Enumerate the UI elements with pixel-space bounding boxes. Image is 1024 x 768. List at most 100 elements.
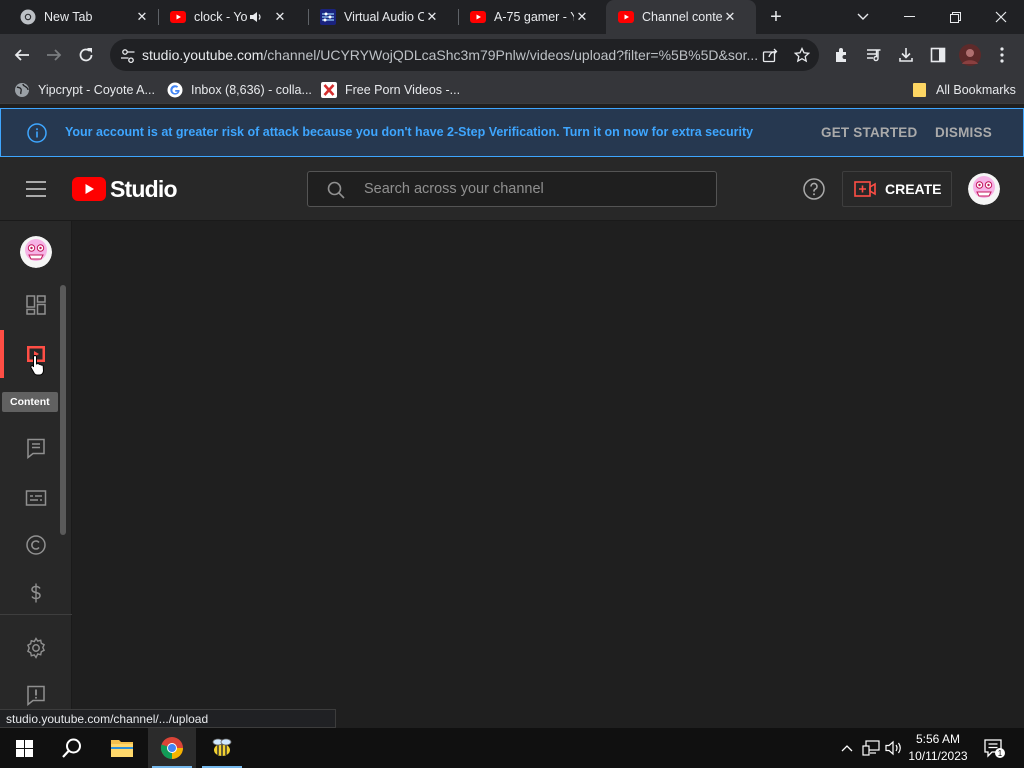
dollar-icon	[31, 583, 41, 603]
search-icon	[326, 180, 346, 200]
gear-icon	[26, 637, 46, 659]
new-tab-button[interactable]: +	[765, 6, 787, 28]
tab-title: New Tab	[44, 10, 93, 24]
show-hidden-icons-chevron-icon[interactable]	[836, 728, 858, 768]
tab-channel-content[interactable]: Channel content ✕	[606, 0, 756, 34]
bookmark-label: Inbox (8,636) - colla...	[191, 83, 312, 97]
security-banner: Your account is at greater risk of attac…	[0, 108, 1024, 157]
copyright-icon	[26, 535, 46, 555]
menu-icon[interactable]	[26, 181, 46, 197]
windows-taskbar: 5:56 AM 10/11/2023 1	[0, 728, 1024, 768]
create-label: CREATE	[885, 181, 942, 197]
sidebar-item-settings[interactable]	[0, 624, 72, 672]
channel-search[interactable]	[307, 171, 717, 207]
taskbar-clock[interactable]: 5:56 AM 10/11/2023	[904, 731, 972, 765]
bookmark-third[interactable]: Free Porn Videos -...	[321, 81, 460, 99]
studio-logo[interactable]: Studio	[72, 175, 178, 202]
account-avatar[interactable]	[968, 173, 1000, 205]
hand-cursor-icon	[30, 354, 45, 376]
network-icon[interactable]	[860, 728, 882, 768]
bookmark-label: Free Porn Videos -...	[345, 83, 461, 97]
all-bookmarks-label: All Bookmarks	[936, 83, 1016, 97]
x-icon	[321, 82, 337, 98]
volume-icon[interactable]	[883, 728, 905, 768]
chrome-icon	[160, 737, 183, 759]
tab-new-tab[interactable]: New Tab ✕	[8, 0, 158, 34]
sidebar-divider	[0, 614, 72, 615]
side-panel-icon[interactable]	[927, 44, 949, 66]
logo-text: Studio	[110, 175, 178, 202]
speaker-icon[interactable]	[248, 9, 264, 25]
bee-app-icon	[212, 738, 232, 756]
dashboard-icon	[26, 295, 46, 315]
minimize-button[interactable]	[886, 0, 932, 34]
tab-title: A-75 gamer - YouTube	[494, 10, 574, 24]
create-button[interactable]: CREATE	[842, 171, 952, 207]
bookmark-star-icon[interactable]	[792, 45, 812, 65]
start-button[interactable]	[0, 728, 48, 768]
sidebar-item-comments[interactable]	[0, 424, 72, 472]
reload-button[interactable]	[72, 41, 100, 69]
close-window-button[interactable]	[978, 0, 1024, 34]
all-bookmarks-folder[interactable]: All Bookmarks	[912, 81, 1016, 99]
sidebar-item-subtitles[interactable]	[0, 474, 72, 522]
back-button[interactable]	[8, 41, 36, 69]
close-icon[interactable]: ✕	[272, 9, 288, 25]
tab-strip: New Tab ✕ clock - YouTube ✕ Virtual Audi…	[0, 0, 1024, 34]
clock-date: 10/11/2023	[908, 749, 968, 763]
vac-icon	[320, 9, 336, 25]
folder-icon	[912, 82, 928, 98]
notifications-button[interactable]: 1	[980, 728, 1008, 768]
tab-virtual-audio-cable[interactable]: Virtual Audio Cable ✕	[308, 0, 458, 34]
tab-search-chevron-icon[interactable]	[840, 0, 886, 34]
restore-button[interactable]	[932, 0, 978, 34]
channel-avatar[interactable]	[20, 236, 52, 268]
studio-sidebar: Content	[0, 221, 72, 728]
get-started-button[interactable]: GET STARTED	[821, 125, 917, 140]
forward-button[interactable]	[40, 41, 68, 69]
content-tooltip: Content	[2, 392, 58, 412]
app-taskbar-button[interactable]	[198, 728, 246, 768]
chrome-taskbar-button[interactable]	[148, 728, 196, 768]
close-icon[interactable]: ✕	[722, 9, 738, 25]
browser-toolbar: studio.youtube.com/channel/UCYRYWojQDLca…	[0, 34, 1024, 76]
site-info-icon[interactable]	[120, 47, 136, 64]
sidebar-item-earn[interactable]	[0, 569, 72, 617]
share-icon[interactable]	[760, 45, 780, 65]
youtube-logo-icon	[72, 177, 106, 201]
extensions-icon[interactable]	[831, 44, 853, 66]
help-icon[interactable]	[802, 177, 826, 201]
download-icon[interactable]	[895, 44, 917, 66]
bookmark-inbox[interactable]: Inbox (8,636) - colla...	[167, 81, 312, 99]
bookmark-label: Yipcrypt - Coyote A...	[38, 83, 155, 97]
chrome-menu-icon[interactable]	[991, 44, 1013, 66]
close-icon[interactable]: ✕	[574, 9, 590, 25]
comments-icon	[27, 438, 45, 459]
chrome-icon	[20, 9, 36, 25]
media-control-icon[interactable]	[863, 44, 885, 66]
file-explorer-button[interactable]	[98, 728, 146, 768]
info-icon	[27, 123, 47, 143]
banner-message: Your account is at greater risk of attac…	[65, 125, 754, 139]
dismiss-button[interactable]: DISMISS	[935, 125, 992, 140]
google-icon	[167, 82, 183, 98]
folder-icon	[111, 740, 133, 757]
close-icon[interactable]: ✕	[134, 9, 150, 25]
sidebar-item-copyright[interactable]	[0, 521, 72, 569]
studio-icon	[618, 9, 634, 25]
globe-icon	[14, 82, 30, 98]
search-input[interactable]	[364, 172, 704, 206]
address-bar[interactable]: studio.youtube.com/channel/UCYRYWojQDLca…	[110, 39, 819, 71]
url-text: studio.youtube.com/channel/UCYRYWojQDLca…	[142, 47, 759, 63]
tab-a75-gamer[interactable]: A-75 gamer - YouTube ✕	[458, 0, 606, 34]
profile-avatar-icon[interactable]	[959, 44, 981, 66]
search-button[interactable]	[48, 728, 96, 768]
bookmark-yipcrypt[interactable]: Yipcrypt - Coyote A...	[14, 81, 155, 99]
tab-clock-youtube[interactable]: clock - YouTube ✕	[158, 0, 308, 34]
clock-time: 5:56 AM	[915, 732, 961, 746]
feedback-icon	[27, 685, 45, 706]
close-icon[interactable]: ✕	[424, 9, 440, 25]
tab-title: Channel content	[642, 10, 722, 24]
notification-icon: 1	[984, 739, 1005, 758]
sidebar-item-dashboard[interactable]	[0, 281, 72, 329]
